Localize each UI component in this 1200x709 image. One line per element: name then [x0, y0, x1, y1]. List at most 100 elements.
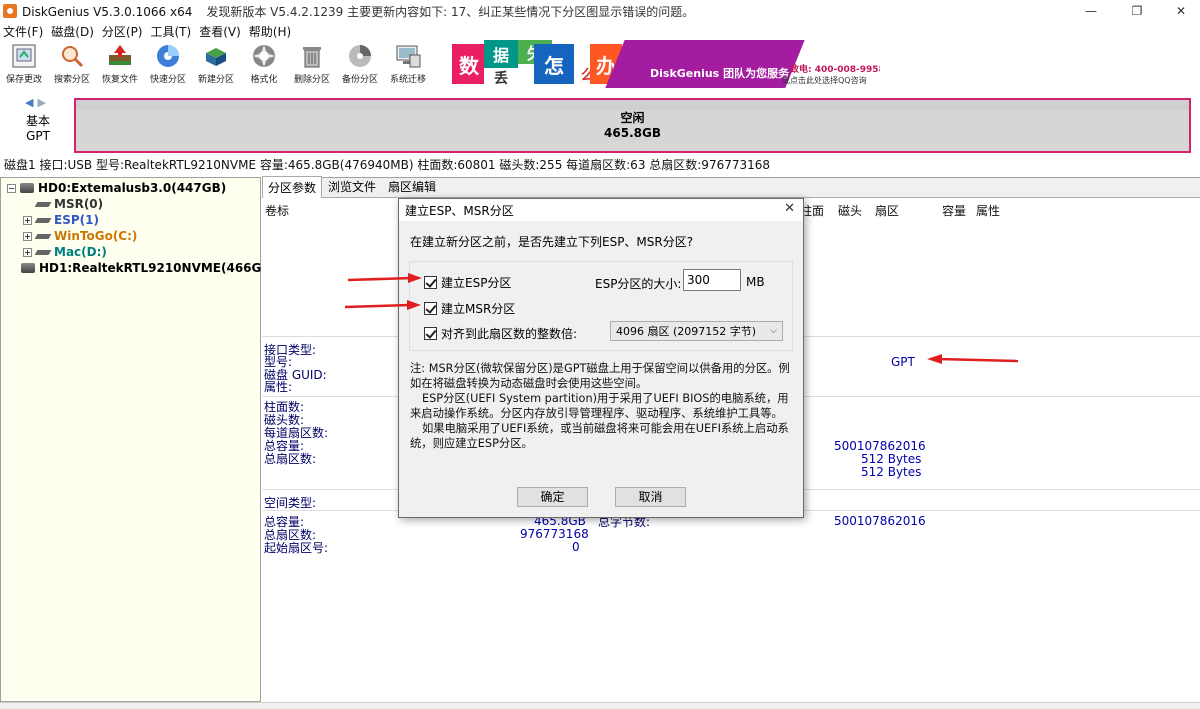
prop-model: 型号: — [264, 355, 293, 369]
disk-icon — [21, 263, 35, 273]
minimize-button[interactable]: — — [1068, 0, 1114, 22]
esp-msr-dialog: 建立ESP、MSR分区 ✕ 在建立新分区之前，是否先建立下列ESP、MSR分区?… — [398, 198, 804, 518]
create-msr-checkbox-row[interactable]: 建立MSR分区 — [424, 300, 515, 317]
expand-icon[interactable]: + — [23, 231, 32, 241]
search-partition-label: 搜索分区 — [53, 75, 90, 85]
prop-sector-size-value: 512 Bytes — [861, 452, 922, 466]
format-button[interactable]: 格式化 — [240, 40, 288, 88]
prop-cylinders: 柱面数: — [264, 400, 305, 414]
new-partition-button[interactable]: 新建分区 — [192, 40, 240, 88]
disk-map: ◀ ▶ 基本 GPT 空闲 465.8GB — [0, 90, 1200, 154]
menu-tools[interactable]: 工具(T) — [151, 23, 192, 40]
banner-char: 据 — [484, 40, 518, 68]
collapse-icon[interactable]: − — [7, 183, 16, 193]
note-uefi: 如果电脑采用了UEFI系统，或当前磁盘将来可能会用在UEFI系统上启动系统，则应… — [410, 422, 789, 450]
menu-partition[interactable]: 分区(P) — [102, 23, 143, 40]
prev-disk-icon[interactable]: ◀ — [25, 96, 33, 109]
expand-icon[interactable]: + — [23, 247, 32, 257]
partition-icon — [34, 249, 52, 255]
quick-partition-label: 快速分区 — [149, 75, 186, 85]
backup-partition-label: 备份分区 — [341, 75, 378, 85]
note-esp: ESP分区(UEFI System partition)用于采用了UEFI BI… — [410, 392, 789, 420]
col-capacity[interactable]: 容量 — [942, 202, 966, 219]
create-esp-checkbox-row[interactable]: 建立ESP分区 — [424, 274, 511, 291]
restore-button[interactable]: ❐ — [1114, 0, 1160, 22]
quick-partition-button[interactable]: 快速分区 — [144, 40, 192, 88]
update-notice[interactable]: 发现新版本 V5.4.2.1239 主要更新内容如下: 17、纠正某些情况下分区… — [206, 5, 694, 19]
tree-item-label: MSR(0) — [54, 197, 104, 211]
dialog-title-bar: 建立ESP、MSR分区 ✕ — [399, 199, 803, 221]
free-space-size: 465.8GB — [604, 125, 661, 140]
tab-browse-files[interactable]: 浏览文件 — [322, 175, 382, 198]
align-sector-select[interactable]: 4096 扇区 (2097152 字节) ⌵ — [610, 321, 783, 341]
search-partition-button[interactable]: 搜索分区 — [48, 40, 96, 88]
esp-size-input[interactable] — [683, 269, 741, 291]
prop-attributes: 属性: — [264, 380, 293, 394]
prop-heads: 磁头数: — [264, 413, 305, 427]
delete-partition-button[interactable]: 删除分区 — [288, 40, 336, 88]
menu-view[interactable]: 查看(V) — [199, 23, 241, 40]
dialog-note: 注: MSR分区(微软保留分区)是GPT磁盘上用于保留空间以供备用的分区。例如在… — [410, 361, 794, 451]
promo-banner[interactable]: 数 据 丢 失 怎 么 办 DiskGenius 团队为您服务 致电: 400-… — [450, 40, 880, 88]
tree-item-esp[interactable]: + ESP(1) — [23, 212, 99, 228]
menu-file[interactable]: 文件(F) — [3, 23, 43, 40]
tree-item-label: Mac(D:) — [54, 245, 107, 259]
close-button[interactable]: ✕ — [1158, 0, 1200, 22]
align-checkbox[interactable] — [424, 327, 437, 340]
chevron-down-icon: ⌵ — [770, 326, 777, 336]
delete-partition-icon — [297, 42, 327, 70]
tree-item-mac[interactable]: + Mac(D:) — [23, 244, 107, 260]
align-checkbox-row[interactable]: 对齐到此扇区数的整数倍: — [424, 325, 577, 342]
cancel-button[interactable]: 取消 — [615, 487, 686, 507]
expand-icon[interactable]: + — [23, 215, 32, 225]
tree-item-hd0[interactable]: − HD0:Extemalusb3.0(447GB) — [7, 180, 226, 196]
col-attr[interactable]: 属性 — [976, 202, 1000, 219]
system-migrate-button[interactable]: 系统迁移 — [384, 40, 432, 88]
restore-file-button[interactable]: 恢复文件 — [96, 40, 144, 88]
align-label: 对齐到此扇区数的整数倍: — [441, 327, 578, 341]
restore-file-icon — [105, 42, 135, 70]
tree-item-msr[interactable]: MSR(0) — [34, 196, 104, 212]
free-space-label: 空闲 — [620, 110, 645, 125]
quick-partition-icon — [153, 42, 183, 70]
menu-disk[interactable]: 磁盘(D) — [51, 23, 94, 40]
dialog-question: 在建立新分区之前，是否先建立下列ESP、MSR分区? — [410, 235, 694, 249]
dialog-title: 建立ESP、MSR分区 — [405, 203, 514, 218]
prop-total-bytes-value: 500107862016 — [834, 439, 926, 453]
prop-free-bytes-value: 500107862016 — [834, 514, 926, 528]
col-head[interactable]: 磁头 — [838, 202, 862, 219]
create-msr-checkbox[interactable] — [424, 302, 437, 315]
window-title: DiskGenius V5.3.0.1066 x64 发现新版本 V5.4.2.1… — [22, 3, 694, 20]
tree-item-hd1[interactable]: HD1:RealtekRTL9210NVME(466GB) — [21, 260, 276, 276]
ok-button[interactable]: 确定 — [517, 487, 588, 507]
note-msr: 注: MSR分区(微软保留分区)是GPT磁盘上用于保留空间以供备用的分区。例如在… — [410, 362, 790, 390]
format-label: 格式化 — [250, 75, 278, 85]
banner-slogan: DiskGenius 团队为您服务 — [650, 67, 790, 80]
prop-start-sector-value: 0 — [572, 540, 580, 554]
col-volume[interactable]: 卷标 — [265, 202, 289, 219]
restore-file-label: 恢复文件 — [101, 75, 138, 85]
free-space-bar[interactable]: 空闲 465.8GB — [74, 98, 1191, 153]
banner-qq-link[interactable]: 或点击此处选择QQ咨询 — [782, 75, 867, 86]
col-sector[interactable]: 扇区 — [875, 202, 899, 219]
partition-icon — [34, 217, 52, 223]
title-bar: DiskGenius V5.3.0.1066 x64 发现新版本 V5.4.2.1… — [0, 0, 1200, 22]
partition-icon — [34, 201, 52, 207]
save-changes-button[interactable]: 保存更改 — [0, 40, 48, 88]
tab-partition-params[interactable]: 分区参数 — [262, 176, 323, 198]
tree-item-label: HD1:RealtekRTL9210NVME(466GB) — [39, 261, 277, 275]
banner-char: 怎 — [534, 44, 574, 84]
banner-char: 数 — [452, 44, 486, 84]
tree-item-wintogo[interactable]: + WinToGo(C:) — [23, 228, 137, 244]
menu-help[interactable]: 帮助(H) — [249, 23, 291, 40]
next-disk-icon[interactable]: ▶ — [37, 96, 45, 109]
align-select-value: 4096 扇区 (2097152 字节) — [616, 325, 757, 338]
backup-partition-icon — [345, 42, 375, 70]
tab-sector-edit[interactable]: 扇区编辑 — [382, 175, 442, 198]
annotation-arrow-msr — [344, 300, 421, 310]
save-icon — [9, 42, 39, 70]
dialog-close-icon[interactable]: ✕ — [784, 201, 795, 216]
backup-partition-button[interactable]: 备份分区 — [336, 40, 384, 88]
create-esp-checkbox[interactable] — [424, 276, 437, 289]
format-icon — [249, 42, 279, 70]
